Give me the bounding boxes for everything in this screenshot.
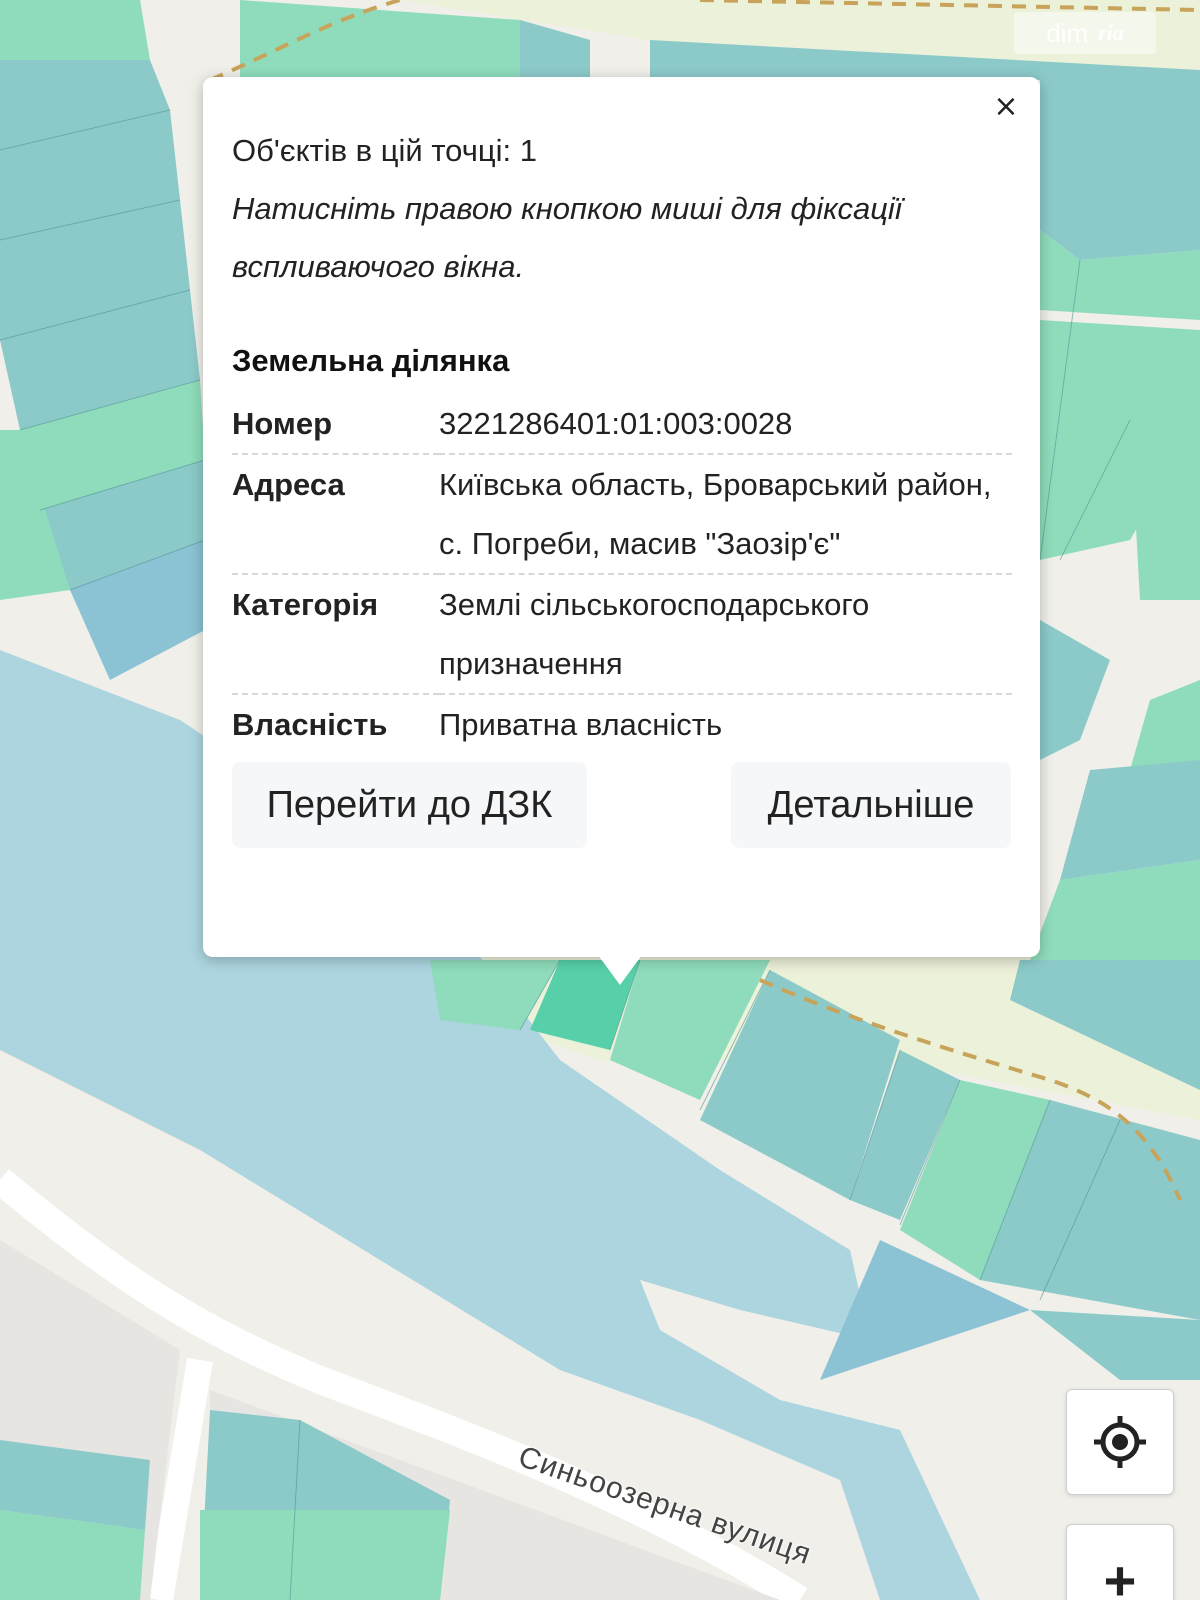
- land-parcel: [200, 1510, 450, 1600]
- attr-key: Власність: [232, 707, 388, 742]
- table-row: Категорія Землі сільськогосподарського п…: [232, 574, 1012, 694]
- watermark-logo: dim ria: [1014, 12, 1156, 54]
- land-parcel: [1040, 80, 1200, 260]
- map-viewport[interactable]: dim ria Синьоозерна вулиця × Об'єктів в …: [0, 0, 1200, 1600]
- parcel-attributes-table: Номер 3221286401:01:003:0028 Адреса Київ…: [232, 394, 1012, 754]
- details-button[interactable]: Детальніше: [731, 762, 1011, 848]
- attr-value: Приватна власність: [439, 707, 723, 742]
- close-icon[interactable]: ×: [988, 89, 1024, 125]
- crosshair-locate-icon: [1094, 1416, 1146, 1468]
- attr-key: Номер: [232, 406, 333, 441]
- land-parcel: [0, 0, 150, 60]
- go-to-dzk-button[interactable]: Перейти до ДЗК: [232, 762, 587, 848]
- locate-button[interactable]: [1066, 1389, 1174, 1495]
- attr-value: Київська область, Броварський район, с. …: [439, 467, 992, 561]
- popup-content: Об'єктів в цій точці: 1 Натисніть правою…: [232, 122, 1012, 754]
- objects-count-text: Об'єктів в цій точці: 1: [232, 133, 538, 168]
- popup-hint-text: Натисніть правою кнопкою миші для фіксац…: [232, 191, 902, 284]
- zoom-in-button[interactable]: +: [1066, 1524, 1174, 1600]
- section-title: Земельна ділянка: [232, 343, 510, 378]
- popup-pointer: [598, 955, 642, 985]
- attr-value: Землі сільськогосподарського призначення: [439, 587, 870, 681]
- plus-icon: +: [1103, 1549, 1137, 1600]
- watermark-text: dim: [1046, 17, 1089, 48]
- parcel-info-popup: × Об'єктів в цій точці: 1 Натисніть прав…: [203, 77, 1040, 957]
- table-row: Власність Приватна власність: [232, 694, 1012, 754]
- watermark-text: ria: [1098, 20, 1124, 45]
- land-parcel: [1130, 420, 1200, 600]
- table-row: Адреса Київська область, Броварський рай…: [232, 454, 1012, 574]
- table-row: Номер 3221286401:01:003:0028: [232, 394, 1012, 454]
- attr-key: Категорія: [232, 587, 379, 622]
- attr-value: 3221286401:01:003:0028: [439, 406, 793, 441]
- attr-key: Адреса: [232, 467, 345, 502]
